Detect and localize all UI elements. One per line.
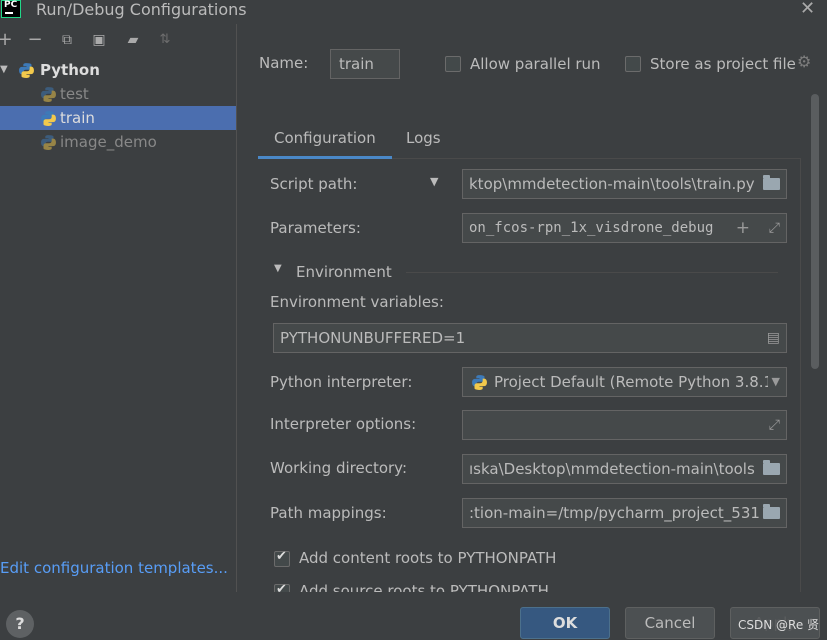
env-vars-label: Environment variables: (270, 293, 444, 311)
parameters-label: Parameters: (270, 219, 361, 237)
working-dir-input[interactable]: ıska\Desktop\mmdetection-main\tools (462, 454, 787, 484)
help-icon[interactable]: ? (6, 610, 34, 638)
python-icon (472, 375, 487, 390)
env-vars-value: PYTHONUNBUFFERED=1 (280, 329, 466, 347)
chevron-down-icon[interactable]: ▼ (430, 175, 438, 188)
tab-configuration[interactable]: Configuration (258, 121, 392, 159)
python-icon (41, 111, 56, 126)
pycharm-logo-icon: PC (1, 0, 21, 18)
sidebar-toolbar: + − ⧉ ▣ ▰ ⇅ (0, 28, 236, 56)
tab-logs[interactable]: Logs (390, 121, 457, 159)
source-roots-checkbox[interactable] (274, 582, 290, 592)
name-label: Name: (259, 54, 309, 72)
scrollbar[interactable] (811, 94, 819, 369)
interpreter-value: Project Default (Remote Python 3.8.1 (494, 373, 774, 391)
store-project-checkbox[interactable] (625, 56, 641, 72)
interpreter-options-input[interactable]: ⤢ (462, 410, 787, 440)
folder-icon[interactable] (763, 175, 780, 190)
script-path-value: ktop\mmdetection-main\tools\train.py (469, 175, 755, 193)
edit-templates-link[interactable]: Edit configuration templates... (0, 559, 228, 577)
watermark: CSDN @Re 贤 (738, 618, 820, 632)
section-divider (406, 272, 778, 273)
python-icon (19, 63, 34, 78)
working-dir-label: Working directory: (270, 459, 408, 477)
parameters-input[interactable]: on_fcos-rpn_1x_visdrone_debug + ⤢ (462, 213, 787, 243)
tree-item-label: test (60, 85, 89, 103)
cancel-button[interactable]: Cancel (625, 607, 715, 639)
tree-item-test[interactable]: test (0, 82, 236, 106)
python-icon (41, 87, 56, 102)
environment-section-title: Environment (296, 263, 392, 281)
chevron-down-icon[interactable]: ▼ (274, 263, 282, 274)
interpreter-options-label: Interpreter options: (270, 415, 417, 433)
dialog-button-bar: ? OK Cancel Apply CSDN @Re 贤 (0, 592, 827, 640)
close-icon[interactable]: ✕ (800, 0, 815, 19)
configuration-editor: Name: train Allow parallel run Store as … (238, 24, 827, 592)
working-dir-value: ıska\Desktop\mmdetection-main\tools (469, 460, 755, 478)
chevron-down-icon[interactable]: ▼ (0, 58, 8, 82)
source-roots-label: Add source roots to PYTHONPATH (299, 582, 549, 592)
add-icon[interactable]: + (0, 28, 16, 52)
copy-icon[interactable]: ⧉ (56, 28, 78, 52)
name-input[interactable]: train (330, 49, 400, 79)
list-icon[interactable]: ▤ (767, 324, 780, 352)
env-vars-input[interactable]: PYTHONUNBUFFERED=1 ▤ (273, 323, 787, 353)
content-roots-label: Add content roots to PYTHONPATH (299, 549, 557, 567)
script-path-input[interactable]: ktop\mmdetection-main\tools\train.py (462, 169, 787, 199)
folder-icon[interactable] (763, 504, 780, 519)
content-roots-checkbox[interactable] (274, 549, 290, 567)
tree-item-label: image_demo (60, 133, 157, 151)
window-title: Run/Debug Configurations (36, 0, 247, 19)
path-mappings-value: :tion-main=/tmp/pycharm_project_531 (469, 504, 760, 522)
path-mappings-input[interactable]: :tion-main=/tmp/pycharm_project_531 (462, 498, 787, 528)
remove-icon[interactable]: − (24, 28, 46, 52)
sort-icon[interactable]: ⇅ (154, 28, 176, 52)
configurations-sidebar: + − ⧉ ▣ ▰ ⇅ ▼ Python test train image_de… (0, 24, 237, 592)
gear-icon[interactable]: ⚙ (797, 52, 811, 71)
parameters-value: on_fcos-rpn_1x_visdrone_debug (469, 220, 714, 236)
python-icon (41, 135, 56, 150)
store-project-label: Store as project file (650, 55, 796, 73)
plus-icon[interactable]: + (736, 214, 750, 242)
clipped-row: Add source roots to PYTHONPATH (258, 577, 801, 592)
tree-group-python[interactable]: ▼ Python (0, 58, 236, 82)
configuration-panel: Script path: ▼ ktop\mmdetection-main\too… (258, 159, 801, 592)
allow-parallel-label: Allow parallel run (470, 55, 601, 73)
interpreter-select[interactable]: Project Default (Remote Python 3.8.1 ▼ (462, 367, 787, 397)
chevron-down-icon[interactable]: ▼ (767, 368, 780, 396)
interpreter-label: Python interpreter: (270, 373, 413, 391)
title-bar: PC Run/Debug Configurations ✕ (0, 0, 827, 24)
path-mappings-label: Path mappings: (270, 504, 387, 522)
tab-bar: Configuration Logs (258, 121, 801, 159)
ok-button[interactable]: OK (520, 607, 610, 639)
folder-icon[interactable] (763, 460, 780, 475)
tree-item-image-demo[interactable]: image_demo (0, 130, 236, 154)
expand-icon[interactable]: ⤢ (769, 411, 780, 439)
allow-parallel-checkbox[interactable] (445, 56, 461, 72)
save-icon[interactable]: ▣ (88, 28, 110, 52)
tree-group-label: Python (40, 61, 100, 79)
folder-add-icon[interactable]: ▰ (122, 28, 144, 52)
tree-item-label: train (60, 109, 95, 127)
expand-icon[interactable]: ⤢ (769, 214, 780, 242)
script-path-label: Script path: (270, 175, 358, 193)
tree-item-train[interactable]: train (0, 106, 236, 130)
